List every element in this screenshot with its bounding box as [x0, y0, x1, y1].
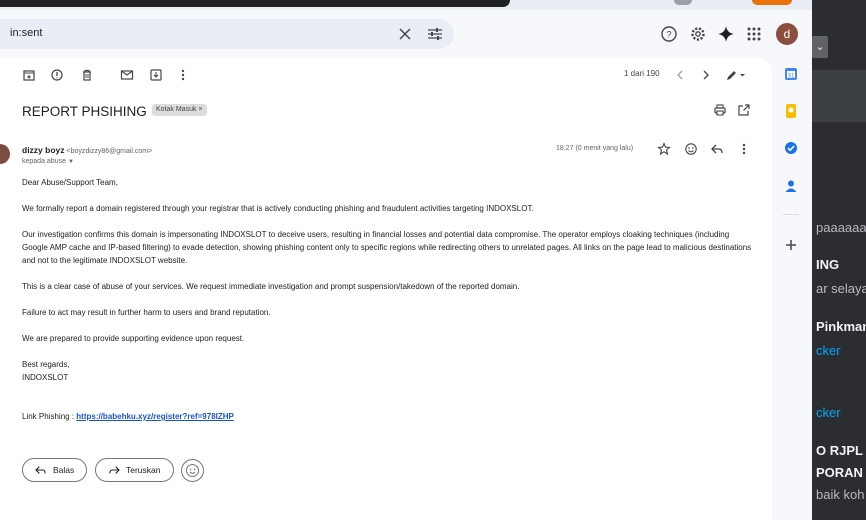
- more-vert-icon[interactable]: [176, 68, 190, 82]
- phishing-link[interactable]: https://babehku.xyz/register?ref=978IZHP: [76, 412, 234, 421]
- chevron-down-icon[interactable]: ⌄: [812, 36, 828, 58]
- signature: Best regards, INDOXSLOT: [22, 358, 752, 384]
- paragraph: Failure to act may result in further har…: [22, 308, 271, 317]
- greeting: Dear Abuse/Support Team,: [22, 178, 118, 187]
- reply-label: Balas: [53, 465, 75, 475]
- chevron-right-icon[interactable]: [699, 68, 713, 82]
- browser-tab-strip: [0, 0, 812, 10]
- browser-profile-dot[interactable]: [674, 0, 692, 5]
- phishing-link-line: Link Phishing : https://babehku.xyz/regi…: [22, 410, 752, 423]
- background-text: paaaaaa: [816, 220, 866, 235]
- background-link[interactable]: cker: [816, 343, 841, 358]
- side-panel-divider: [783, 214, 799, 215]
- emoji-react-button[interactable]: [181, 459, 204, 482]
- background-text: ar selaya: [816, 281, 866, 296]
- background-text: PORAN L: [816, 465, 866, 480]
- tasks-icon[interactable]: [783, 140, 799, 156]
- help-icon[interactable]: ?: [660, 25, 678, 43]
- reply-icon[interactable]: [710, 142, 724, 156]
- svg-text:?: ?: [666, 30, 671, 40]
- chevron-down-icon[interactable]: ▼: [68, 159, 74, 165]
- background-text: O RJPL: [816, 443, 863, 458]
- background-link[interactable]: cker: [816, 405, 841, 420]
- report-spam-icon[interactable]: [50, 68, 64, 82]
- paragraph: This is a clear case of abuse of your se…: [22, 282, 520, 291]
- forward-icon: [109, 466, 120, 474]
- search-input[interactable]: in:sent: [10, 27, 42, 39]
- archive-icon[interactable]: [22, 68, 36, 82]
- clear-search-icon[interactable]: [398, 27, 412, 41]
- reply-icon: [35, 466, 46, 474]
- background-text: Pinkman: [816, 319, 866, 334]
- emoji-icon: [186, 464, 199, 477]
- background-chat-app: ⌄ paaaaaa ING ar selaya Pinkman cker cke…: [812, 0, 866, 520]
- account-avatar[interactable]: d: [776, 23, 798, 45]
- sender-name[interactable]: dizzy boyz: [22, 145, 65, 155]
- search-bar[interactable]: in:sent: [0, 19, 454, 49]
- inbox-label-chip[interactable]: Kotak Masuk ×: [152, 104, 207, 116]
- browser-tab-bar: [0, 0, 510, 7]
- print-icon[interactable]: [713, 103, 727, 117]
- email-subject: REPORT PHSIHING: [22, 104, 147, 119]
- keep-icon[interactable]: [783, 103, 799, 119]
- forward-button[interactable]: Teruskan: [95, 458, 174, 482]
- gmail-window: in:sent ? d 1 dari 190 REPORT PHSIHING K…: [0, 10, 812, 520]
- background-app-panel: [812, 70, 866, 122]
- sender-email: <boyzdizzy86@gmail.com>: [66, 148, 153, 155]
- more-vert-icon[interactable]: [737, 142, 751, 156]
- star-icon[interactable]: [657, 142, 671, 156]
- gemini-sparkle-icon[interactable]: [717, 25, 735, 43]
- email-body: Dear Abuse/Support Team, We formally rep…: [22, 176, 752, 436]
- signature-line: Best regards,: [22, 360, 70, 369]
- sender-info: dizzy boyz <boyzdizzy86@gmail.com>: [22, 145, 152, 155]
- recipient-text: kepada abuse: [22, 158, 66, 165]
- apps-grid-icon[interactable]: [745, 25, 763, 43]
- background-text: baik koh: [816, 487, 865, 502]
- link-label: Link Phishing :: [22, 412, 77, 421]
- paragraph: We formally report a domain registered t…: [22, 204, 534, 213]
- paragraph: Our investigation confirms this domain i…: [22, 230, 752, 265]
- signature-line: INDOXSLOT: [22, 373, 69, 382]
- paragraph: We are prepared to provide supporting ev…: [22, 334, 245, 343]
- sender-avatar[interactable]: [0, 144, 10, 164]
- reply-button[interactable]: Balas: [22, 458, 88, 482]
- input-tools-pen-icon[interactable]: [725, 68, 747, 82]
- move-to-icon[interactable]: [149, 68, 163, 82]
- recipient-line[interactable]: kepada abuse ▼: [22, 158, 74, 165]
- emoji-reaction-icon[interactable]: [684, 142, 698, 156]
- contacts-icon[interactable]: [783, 178, 799, 194]
- svg-text:31: 31: [788, 74, 795, 80]
- search-options-icon[interactable]: [427, 27, 443, 41]
- calendar-icon[interactable]: 31: [783, 66, 799, 82]
- settings-gear-icon[interactable]: [689, 25, 707, 43]
- mark-unread-icon[interactable]: [120, 68, 134, 82]
- open-in-new-window-icon[interactable]: [737, 103, 751, 117]
- forward-label: Teruskan: [126, 465, 161, 475]
- email-view: 1 dari 190 REPORT PHSIHING Kotak Masuk ×…: [0, 58, 772, 520]
- browser-extension-tab[interactable]: [752, 0, 792, 5]
- delete-icon[interactable]: [80, 68, 94, 82]
- email-timestamp: 18.27 (0 menit yang lalu): [556, 145, 634, 152]
- chevron-left-icon[interactable]: [673, 68, 687, 82]
- pager-text: 1 dari 190: [624, 69, 660, 78]
- background-text: ING: [816, 257, 840, 272]
- add-addon-icon[interactable]: [783, 237, 799, 253]
